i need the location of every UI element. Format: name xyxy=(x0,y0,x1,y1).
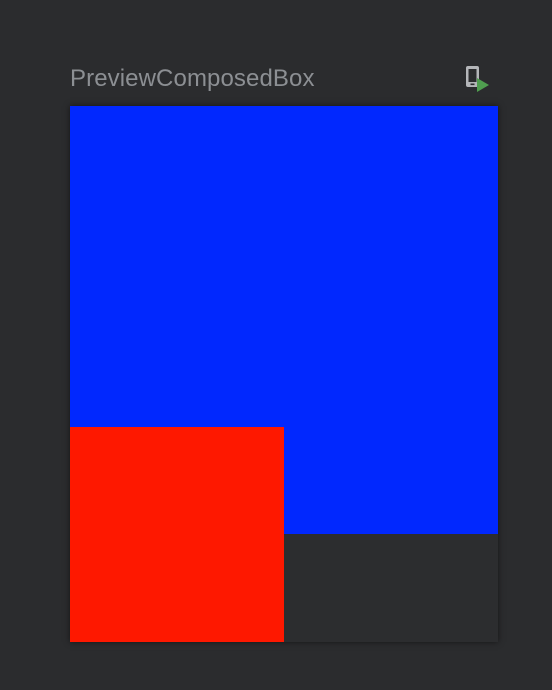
deploy-to-device-icon xyxy=(466,66,489,92)
preview-title: PreviewComposedBox xyxy=(70,65,315,92)
preview-canvas xyxy=(70,106,498,642)
red-box xyxy=(70,427,284,642)
deploy-preview-button[interactable] xyxy=(462,64,492,94)
